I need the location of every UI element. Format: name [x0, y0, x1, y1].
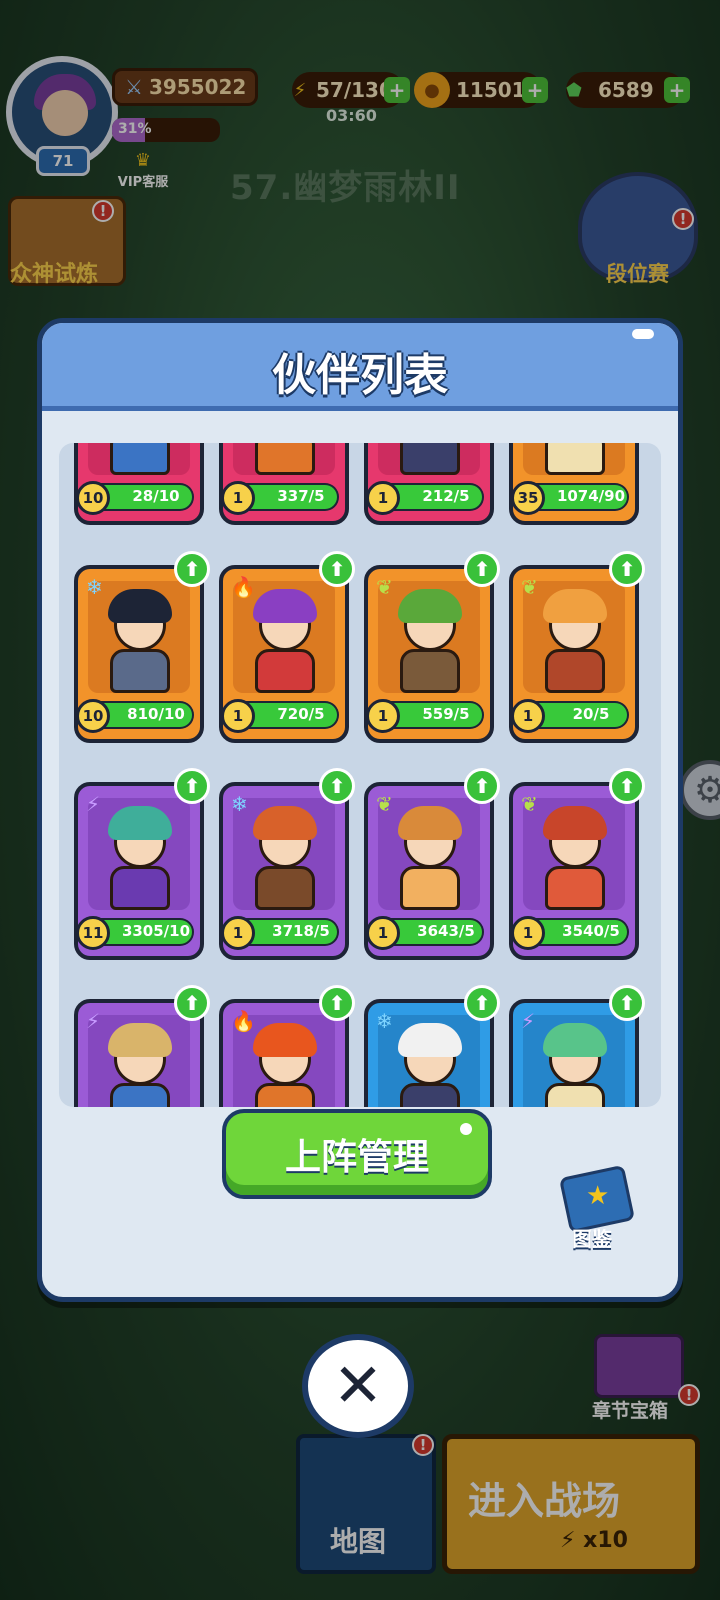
partner-card[interactable]: ❦ 20/5 1 [509, 565, 639, 743]
partner-hair [398, 589, 462, 623]
partner-body [400, 866, 460, 910]
partner-hair [543, 1023, 607, 1057]
partner-card[interactable]: ❄ 810/10 10 [74, 565, 204, 743]
upgrade-arrow-icon[interactable]: ⬆ [174, 985, 210, 1021]
partner-hair [543, 806, 607, 840]
upgrade-arrow-icon[interactable]: ⬆ [609, 985, 645, 1021]
shard-count: 559/5 [422, 705, 470, 723]
partner-grid[interactable]: 28/10 10 337/5 1 212/5 1 1074/90 35 ❄ 810/10 10 ⬆ 🔥 7… [59, 443, 661, 1107]
star-level-badge: 1 [513, 699, 545, 733]
partner-body [545, 649, 605, 693]
star-level-badge: 1 [223, 699, 255, 733]
shard-count: 28/10 [132, 487, 180, 505]
leaf-icon: ❦ [521, 575, 538, 599]
shard-count: 3718/5 [272, 922, 330, 940]
partner-body [400, 443, 460, 475]
upgrade-arrow-icon[interactable]: ⬆ [464, 985, 500, 1021]
shard-count: 810/10 [127, 705, 185, 723]
partner-card[interactable]: ❦ 3540/5 1 [509, 782, 639, 960]
star-level-badge: 1 [368, 699, 400, 733]
partner-body [545, 866, 605, 910]
codex-label[interactable]: 图鉴 [572, 1223, 612, 1252]
partner-hair [398, 1023, 462, 1057]
partner-hair [253, 589, 317, 623]
upgrade-arrow-icon[interactable]: ⬆ [464, 551, 500, 587]
partner-card[interactable]: 212/5 1 [364, 443, 494, 525]
upgrade-arrow-icon[interactable]: ⬆ [464, 768, 500, 804]
upgrade-arrow-icon[interactable]: ⬆ [174, 551, 210, 587]
star-level-badge: 1 [368, 916, 400, 950]
lightning-icon: ⚡ [521, 1009, 536, 1033]
star-level-badge: 1 [223, 916, 255, 950]
partner-body [545, 443, 605, 475]
partner-hair [253, 1023, 317, 1057]
leaf-icon: ❦ [376, 575, 393, 599]
shard-count: 1074/90 [556, 487, 626, 505]
ice-crystal-icon: ❄ [231, 792, 248, 816]
partner-body [110, 866, 170, 910]
star-level-badge: 1 [368, 481, 400, 515]
fire-icon: 🔥 [231, 575, 256, 599]
partner-body [110, 649, 170, 693]
partner-hair [108, 806, 172, 840]
partner-list-modal: 伙伴列表 28/10 10 337/5 1 212/5 1 1074/90 35 ❄ 810/10… [37, 318, 683, 1302]
star-level-badge: 1 [513, 916, 545, 950]
partner-hair [398, 806, 462, 840]
partner-hair [543, 589, 607, 623]
ice-crystal-icon: ❄ [376, 1009, 393, 1033]
leaf-icon: ❦ [376, 792, 393, 816]
partner-hair [108, 1023, 172, 1057]
upgrade-arrow-icon[interactable]: ⬆ [319, 551, 355, 587]
partner-body [255, 649, 315, 693]
shard-count: 3540/5 [562, 922, 620, 940]
star-level-badge: 10 [78, 699, 110, 733]
modal-title: 伙伴列表 [272, 350, 448, 401]
partner-card[interactable]: ⚡ 3305/10 11 [74, 782, 204, 960]
shard-count: 3643/5 [417, 922, 475, 940]
upgrade-arrow-icon[interactable]: ⬆ [319, 985, 355, 1021]
star-level-badge: 35 [513, 481, 545, 515]
upgrade-arrow-icon[interactable]: ⬆ [174, 768, 210, 804]
upgrade-arrow-icon[interactable]: ⬆ [609, 768, 645, 804]
shard-count: 212/5 [422, 487, 470, 505]
partner-card[interactable]: ❦ 3643/5 1 [364, 782, 494, 960]
leaf-icon: ❦ [521, 792, 538, 816]
partner-card[interactable]: ❄ 3718/5 1 [219, 782, 349, 960]
partner-card[interactable]: 🔥 720/5 1 [219, 565, 349, 743]
partner-hair [108, 589, 172, 623]
fire-icon: 🔥 [231, 1009, 256, 1033]
partner-body [545, 1083, 605, 1107]
partner-body [255, 1083, 315, 1107]
partner-hair [253, 806, 317, 840]
upgrade-arrow-icon[interactable]: ⬆ [609, 551, 645, 587]
close-button[interactable]: ✕ [302, 1334, 414, 1438]
shard-count: 337/5 [277, 487, 325, 505]
star-level-badge: 11 [78, 916, 110, 950]
partner-card[interactable]: 337/5 1 [219, 443, 349, 525]
partner-card[interactable]: 1074/90 35 [509, 443, 639, 525]
star-level-badge: 10 [78, 481, 110, 515]
ice-crystal-icon: ❄ [86, 575, 103, 599]
partner-body [400, 649, 460, 693]
partner-body [400, 1083, 460, 1107]
lineup-management-button[interactable]: 上阵管理 [222, 1109, 492, 1199]
upgrade-arrow-icon[interactable]: ⬆ [319, 768, 355, 804]
partner-card[interactable]: ❦ 559/5 1 [364, 565, 494, 743]
shard-count: 20/5 [572, 705, 610, 723]
partner-body [110, 443, 170, 475]
shard-count: 3305/10 [121, 922, 191, 940]
partner-body [110, 1083, 170, 1107]
lightning-icon: ⚡ [86, 1009, 101, 1033]
shard-count: 720/5 [277, 705, 325, 723]
partner-card[interactable]: 28/10 10 [74, 443, 204, 525]
partner-body [255, 866, 315, 910]
lightning-icon: ⚡ [86, 792, 101, 816]
partner-body [255, 443, 315, 475]
star-icon: ★ [586, 1181, 610, 1211]
star-level-badge: 1 [223, 481, 255, 515]
